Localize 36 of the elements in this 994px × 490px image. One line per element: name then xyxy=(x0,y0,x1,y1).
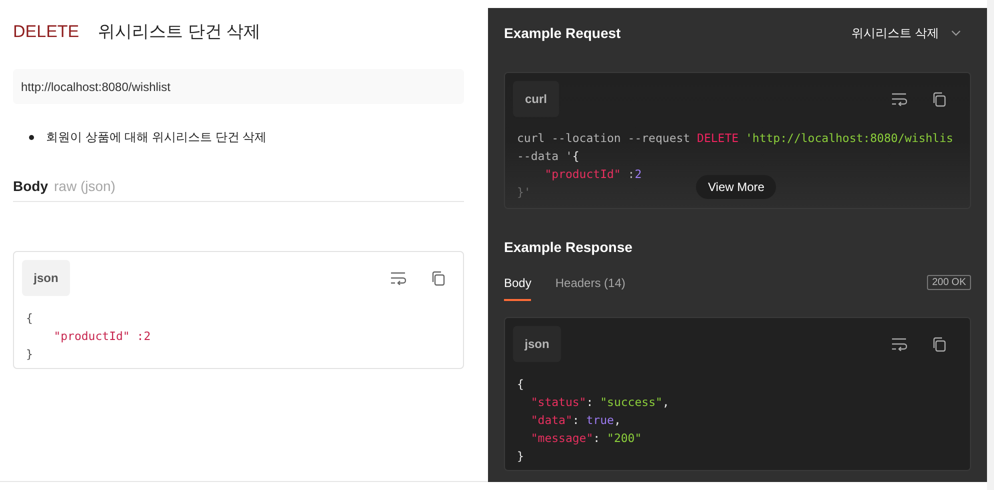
description-text: 회원이 상품에 대해 위시리스트 단건 삭제 xyxy=(46,129,267,146)
response-tab[interactable]: Body xyxy=(504,274,532,301)
code-line: } xyxy=(517,448,524,465)
wrap-icon[interactable] xyxy=(390,271,406,285)
wrap-icon[interactable] xyxy=(891,337,907,351)
panel-title: Example Request xyxy=(504,24,621,43)
code-line: { xyxy=(26,310,33,327)
copy-icon[interactable] xyxy=(931,92,946,106)
request-title: 위시리스트 단건 삭제 xyxy=(98,21,261,44)
body-type: raw (json) xyxy=(54,177,116,196)
section-title: Example Response xyxy=(504,238,634,257)
code-line: "data": true, xyxy=(530,412,621,429)
body-label: Body xyxy=(13,177,48,196)
url-bar: http://localhost:8080/wishlist xyxy=(13,69,464,104)
language-tag: json xyxy=(513,326,561,362)
request-method: DELETE xyxy=(13,21,80,44)
code-line: "status": "success", xyxy=(530,394,670,411)
chevron-down-icon xyxy=(951,30,961,36)
view-more-button[interactable]: View More xyxy=(696,175,776,199)
copy-icon[interactable] xyxy=(931,336,946,352)
language-tag: json xyxy=(22,260,70,296)
bullet-icon xyxy=(29,134,34,140)
code-line: --data '{ xyxy=(517,148,580,165)
code-line: "productId" :2 xyxy=(544,166,642,183)
status-badge: 200 OK xyxy=(927,275,971,290)
code-line: "message": "200" xyxy=(530,430,642,447)
copy-icon[interactable] xyxy=(430,270,445,286)
code-line: curl --location --request DELETE 'http://localhost:8080/wishlis xyxy=(517,130,954,147)
code-line: }' xyxy=(517,184,531,201)
wrap-icon[interactable] xyxy=(891,92,907,106)
code-line: } xyxy=(26,346,33,363)
response-tab[interactable]: Headers (14) xyxy=(555,274,626,301)
code-line: "productId" :2 xyxy=(52,328,151,345)
code-line: { xyxy=(517,376,524,393)
language-tag: curl xyxy=(513,81,559,117)
example-selector[interactable]: 위시리스트 삭제 xyxy=(852,24,961,42)
